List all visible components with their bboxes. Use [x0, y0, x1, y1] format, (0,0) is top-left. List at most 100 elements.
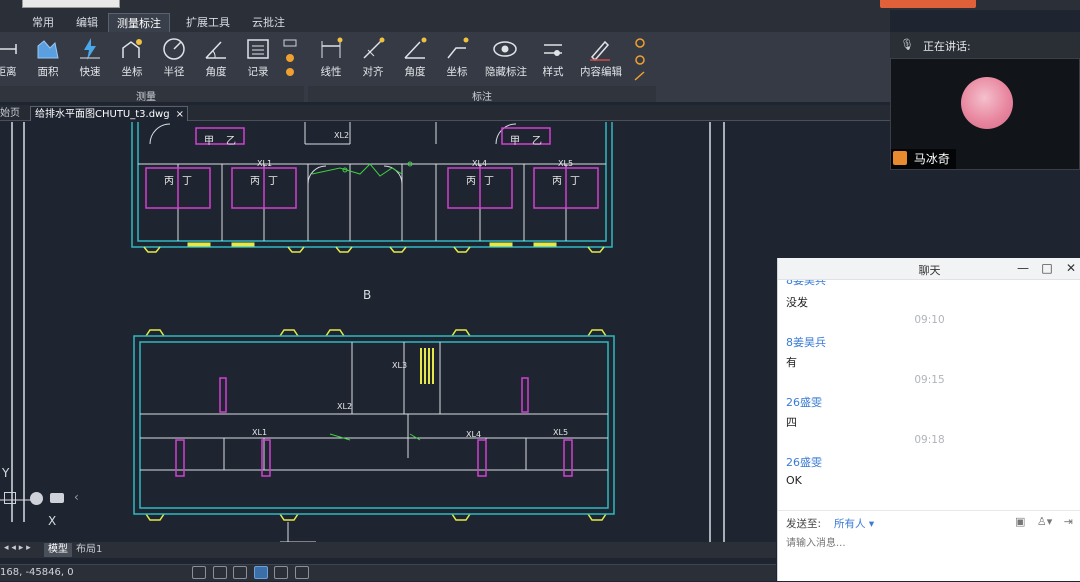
annotate-angle-button[interactable]: 角度: [395, 36, 435, 79]
tab-edit[interactable]: 编辑: [68, 13, 106, 32]
participant-name-tag: 马冰奇: [891, 149, 956, 169]
snap-icon[interactable]: [233, 566, 247, 579]
distance-icon: [0, 44, 17, 54]
quick-search-box[interactable]: [22, 0, 120, 8]
canvas-right-strip: [776, 122, 890, 258]
tab-layout1[interactable]: 布局1: [72, 543, 106, 557]
drawing-label: 丁: [182, 176, 192, 187]
face-icon[interactable]: [30, 492, 43, 505]
ortho-icon[interactable]: [253, 566, 268, 579]
view-navigation-bar: ‹: [0, 490, 80, 510]
chat-message-list[interactable]: 8姜昊兵 没发 09:10 8姜昊兵 有 09:15 26盛雯 四 09:18 …: [778, 280, 1080, 510]
drawing-canvas[interactable]: 甲 乙 XL2 甲 乙 XL1 丙 丁 丙 丁 XL4 XL5 丙 丁 丙 丁 …: [0, 122, 776, 542]
close-icon[interactable]: ✕: [1064, 261, 1078, 275]
drawing-label: XL1: [257, 159, 273, 168]
tool-label: 线性: [320, 66, 342, 78]
start-page-tab[interactable]: 始页: [0, 106, 24, 121]
tool-label: 坐标: [446, 66, 468, 78]
tab-cloud-annotation[interactable]: 云批注: [244, 13, 293, 32]
fit-view-icon[interactable]: [294, 566, 309, 579]
user-icon[interactable]: ♙▾: [1037, 515, 1052, 528]
measure-quick-button[interactable]: 快速: [70, 36, 110, 79]
send-to-label: 发送至:: [786, 518, 822, 530]
message-sender: 26盛雯: [786, 396, 822, 409]
group-label-annotate: 标注: [472, 92, 492, 103]
maximize-icon[interactable]: □: [1040, 261, 1054, 275]
image-icon[interactable]: ▣: [1015, 515, 1025, 528]
drawing-label: 丁: [570, 176, 580, 187]
measure-radius-button[interactable]: 半径: [154, 36, 194, 79]
measure-coordinate-button[interactable]: 坐标: [112, 36, 152, 79]
chat-tools: ▣ ♙▾ ⇥: [1015, 515, 1073, 528]
speaking-label: 正在讲话:: [923, 40, 971, 53]
drawing-label: 丙: [250, 176, 260, 187]
style-icon: [544, 44, 562, 56]
status-bar: 168, -45846, 0: [0, 564, 776, 581]
ucs-x-label: X: [48, 514, 57, 528]
measure-angle-button[interactable]: 角度: [196, 36, 236, 79]
linear-dimension-icon: [321, 37, 343, 58]
pan-icon[interactable]: [274, 566, 288, 579]
annotate-linear-button[interactable]: 线性: [311, 36, 351, 79]
grid-icon[interactable]: [4, 492, 16, 504]
tab-extension-tools[interactable]: 扩展工具: [178, 13, 238, 32]
measure-extra-icons[interactable]: [282, 38, 298, 82]
annotate-hide-button[interactable]: 隐藏标注: [485, 36, 527, 79]
pencil-icon: [590, 40, 610, 62]
recipient-dropdown[interactable]: 所有人 ▾: [834, 516, 874, 531]
tab-measure-annotate[interactable]: 测量标注: [108, 13, 170, 32]
cursor-coordinates: 168, -45846, 0: [0, 567, 74, 578]
list-icon: [247, 39, 269, 59]
collapse-arrow-icon[interactable]: ‹: [74, 490, 79, 504]
message-time: 09:18: [914, 434, 945, 446]
participant-name: 马冰奇: [913, 152, 950, 166]
chat-bubble-icon[interactable]: [50, 493, 64, 503]
tool-label: 半径: [163, 66, 185, 78]
person-icon: [893, 151, 907, 165]
annotate-coordinate-button[interactable]: 坐标: [437, 36, 477, 79]
drawing-label: XL3: [392, 361, 408, 370]
drawing-label: 乙: [226, 136, 236, 147]
aligned-dimension-icon: [363, 37, 385, 59]
message-text: 四: [786, 416, 797, 429]
annotate-edit-content-button[interactable]: 内容编辑: [580, 36, 622, 79]
drawing-label: XL4: [472, 159, 488, 168]
area-icon: [37, 40, 59, 59]
chat-message-input[interactable]: [786, 534, 1072, 552]
annotate-style-button[interactable]: 样式: [533, 36, 573, 79]
coordinate-icon: [122, 39, 142, 58]
annotate-aligned-button[interactable]: 对齐: [353, 36, 393, 79]
zoom-icon[interactable]: [212, 566, 227, 579]
message-sender: 26盛雯: [786, 456, 822, 469]
drawing-file-name: 给排水平面图CHUTU_t3.dwg: [35, 109, 170, 120]
top-action-button[interactable]: [880, 0, 976, 8]
chat-header: 聊天 — □ ✕: [778, 258, 1080, 280]
floor-plan-drawing: [0, 122, 725, 542]
measure-record-button[interactable]: 记录: [238, 36, 278, 79]
ucs-y-label: Y: [2, 466, 10, 480]
close-tab-icon[interactable]: ×: [176, 107, 184, 122]
measure-distance-button[interactable]: 距离: [0, 36, 26, 79]
layout-nav-arrows-icon[interactable]: ◂ ◂ ▸ ▸: [4, 543, 31, 553]
tab-model[interactable]: 模型: [44, 543, 72, 557]
tool-label: 对齐: [362, 66, 384, 78]
angle-icon: [205, 41, 226, 59]
eye-icon: [493, 41, 517, 57]
lightning-icon: [80, 38, 100, 60]
tool-label: 隐藏标注: [485, 66, 527, 78]
message-sender: 8姜昊兵: [786, 336, 826, 349]
ribbon-panel: 距离 面积 快速 坐标 半径 角度 记录 测量 线性 对齐 角度 坐标 隐藏标注…: [0, 32, 890, 103]
tab-common[interactable]: 常用: [24, 13, 62, 32]
export-icon[interactable]: ⇥: [1064, 515, 1073, 528]
minimize-icon[interactable]: —: [1016, 261, 1030, 275]
measure-area-button[interactable]: 面积: [28, 36, 68, 79]
drawing-label: 甲: [510, 136, 520, 147]
title-bar: [0, 0, 1080, 10]
message-time: 09:10: [914, 314, 945, 326]
participant-video-tile[interactable]: 马冰奇: [890, 58, 1080, 170]
grid-toggle-icon[interactable]: [192, 566, 206, 579]
document-tab-bar: 始页 给排水平面图CHUTU_t3.dwg ×: [0, 105, 890, 121]
annotate-extra-icons[interactable]: [632, 36, 648, 86]
drawing-file-tab[interactable]: 给排水平面图CHUTU_t3.dwg ×: [30, 106, 188, 121]
drawing-label: 丙: [466, 176, 476, 187]
